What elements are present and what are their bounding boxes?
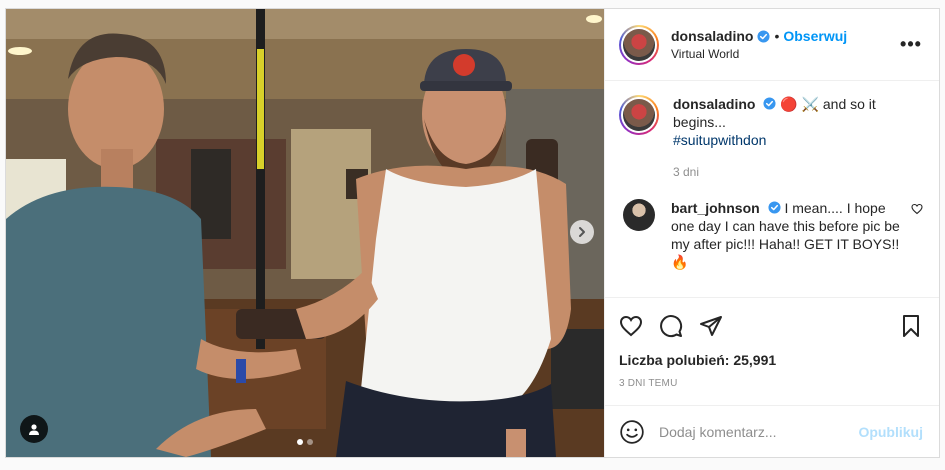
comment-input[interactable] (659, 423, 859, 440)
verified-badge-icon (763, 97, 776, 110)
heart-small-icon[interactable] (911, 203, 923, 215)
post-location[interactable]: Virtual World (671, 47, 899, 61)
likes-count[interactable]: Liczba polubień: 25,991 (619, 352, 923, 368)
caption-author-avatar[interactable] (619, 95, 659, 135)
verified-badge-icon (757, 29, 770, 43)
publish-button[interactable]: Opublikuj (858, 424, 923, 440)
carousel-indicator (297, 439, 313, 445)
likes-label: Liczba polubień: (619, 352, 730, 368)
caption-time[interactable]: 3 dni (673, 163, 923, 181)
post-sidebar: donsaladino • Obserwuj Virtual World •••… (604, 9, 939, 457)
likes-number: 25,991 (733, 352, 777, 368)
carousel-dot-active (297, 439, 303, 445)
emoji-icon[interactable] (619, 419, 645, 445)
post-photo[interactable] (6, 9, 604, 457)
comment-icon[interactable] (659, 314, 683, 338)
follow-button[interactable]: Obserwuj (783, 28, 847, 44)
carousel-dot (307, 439, 313, 445)
more-options-icon[interactable]: ••• (899, 34, 923, 55)
gym-photo-illustration (6, 9, 604, 457)
post-header: donsaladino • Obserwuj Virtual World ••• (605, 9, 939, 81)
user-tag-icon (29, 424, 39, 435)
author-avatar[interactable] (619, 24, 659, 65)
post-timestamp[interactable]: 3 DNI TEMU (619, 378, 923, 389)
commenter-username[interactable]: bart_johnson (671, 200, 760, 216)
verified-badge-icon (768, 201, 781, 214)
caption-username[interactable]: donsaladino (673, 96, 755, 112)
comment-composer: Opublikuj (605, 405, 939, 457)
instagram-post: donsaladino • Obserwuj Virtual World •••… (5, 8, 940, 458)
author-username[interactable]: donsaladino (671, 28, 753, 44)
caption-avatar-image (623, 99, 655, 131)
caption: donsaladino 🔴 ⚔️ and so it begins... #su… (619, 95, 923, 181)
header-separator: • (774, 28, 780, 44)
commenter-avatar[interactable] (623, 199, 655, 231)
tagged-users-button[interactable] (20, 415, 48, 443)
post-actions: Liczba polubień: 25,991 3 DNI TEMU (605, 297, 939, 405)
heart-icon[interactable] (619, 314, 643, 338)
carousel-next-button[interactable] (570, 220, 594, 244)
comment-item: bart_johnson I mean.... I hope one day I… (619, 199, 923, 271)
save-icon[interactable] (899, 314, 923, 338)
caption-hashtag[interactable]: #suitupwithdon (673, 132, 766, 148)
comments-section: donsaladino 🔴 ⚔️ and so it begins... #su… (605, 81, 939, 297)
share-icon[interactable] (699, 314, 723, 338)
author-avatar-image (623, 28, 655, 61)
chevron-right-icon (579, 227, 585, 237)
